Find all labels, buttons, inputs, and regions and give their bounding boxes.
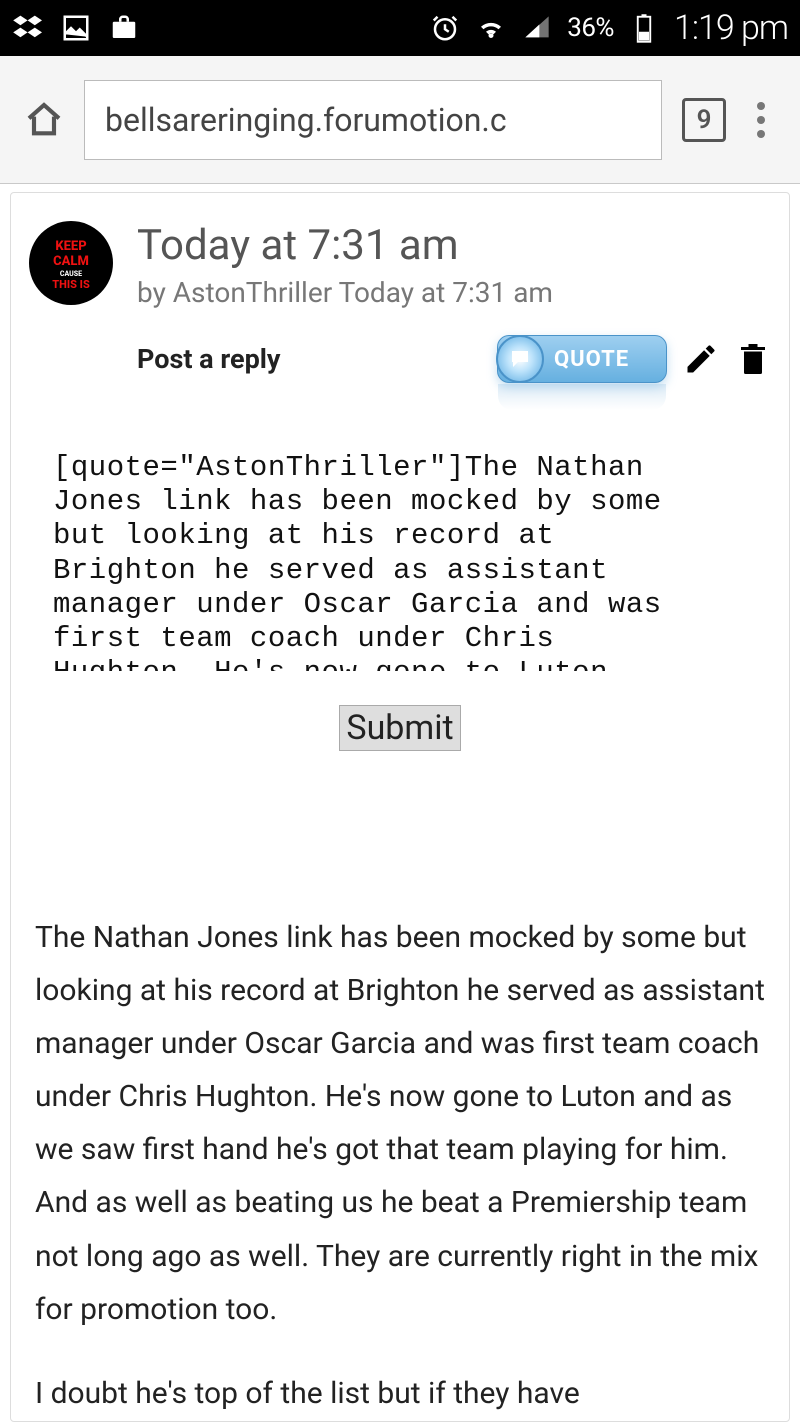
tab-count-value: 9 [697,105,712,135]
battery-percent: 36% [567,13,614,43]
url-text: bellsareringing.forumotion.c [105,101,507,139]
post-title: Today at 7:31 am [137,221,771,270]
post-body-cutoff: I doubt he's top of the list but if they… [29,1376,771,1411]
alarm-icon [429,12,461,44]
browser-toolbar: bellsareringing.forumotion.c 9 [0,56,800,184]
forum-post-card: KEEP CALM CAUSE THIS IS Today at 7:31 am… [10,192,790,1422]
signal-icon [521,12,553,44]
submit-button[interactable]: Submit [339,705,460,751]
wifi-icon [475,12,507,44]
delete-icon[interactable] [735,341,771,377]
reply-textarea[interactable] [47,451,697,671]
post-body: The Nathan Jones link has been mocked by… [29,911,771,1336]
briefcase-icon [108,12,140,44]
avatar[interactable]: KEEP CALM CAUSE THIS IS [29,221,113,305]
battery-icon [628,12,660,44]
image-icon [60,12,92,44]
tabs-button[interactable]: 9 [682,98,726,142]
url-input[interactable]: bellsareringing.forumotion.c [84,80,662,160]
edit-icon[interactable] [683,341,719,377]
post-reply-label[interactable]: Post a reply [137,343,281,375]
quote-button[interactable]: QUOTE [497,335,667,383]
post-byline: by AstonThriller Today at 7:31 am [137,276,771,309]
quote-button-label: QUOTE [554,347,629,372]
android-status-bar: 36% 1:19 pm [0,0,800,56]
overflow-menu-icon[interactable] [746,102,776,138]
home-icon[interactable] [24,100,64,140]
dropbox-icon [12,12,44,44]
clock: 1:19 pm [674,8,788,48]
quote-bubble-icon [496,335,544,383]
